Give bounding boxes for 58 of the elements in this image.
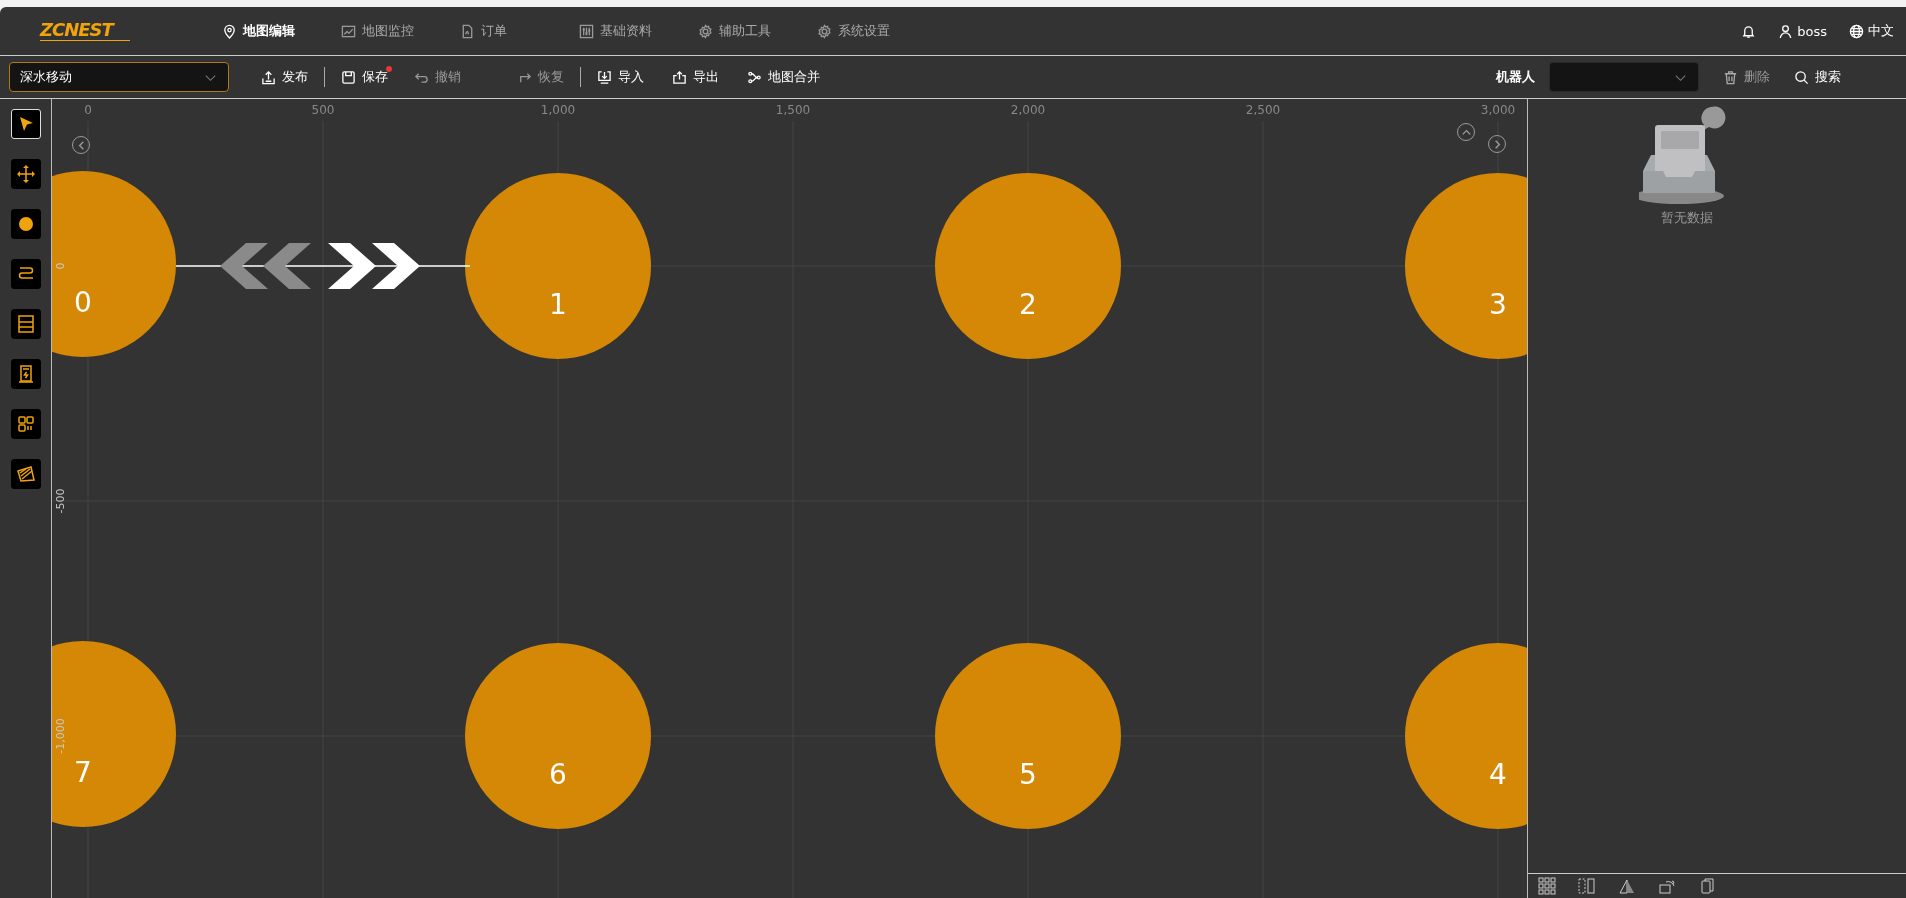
publish-button[interactable]: 发布 xyxy=(255,64,314,90)
settings-icon xyxy=(698,23,713,39)
ruler-label: 2,500 xyxy=(1245,103,1281,117)
save-button[interactable]: 保存 xyxy=(335,64,394,90)
nav-tab[interactable]: 地图监控 xyxy=(341,22,446,40)
settings-icon xyxy=(817,23,832,39)
logo: ZCNEST xyxy=(40,19,130,41)
merge-button[interactable]: 地图合并 xyxy=(741,64,826,90)
export-icon xyxy=(672,69,687,85)
document-icon xyxy=(460,23,475,39)
ruler-label: 0 xyxy=(54,262,67,270)
nav-tab[interactable]: 地图编辑 xyxy=(222,22,327,40)
bell-icon xyxy=(1741,23,1757,39)
import-button[interactable]: 导入 xyxy=(591,64,650,90)
save-icon xyxy=(341,69,356,85)
ruler-label: -500 xyxy=(54,488,67,514)
import-icon xyxy=(597,69,612,85)
user-icon xyxy=(1778,23,1794,39)
copy-icon[interactable] xyxy=(1698,877,1716,895)
globe-icon xyxy=(1849,23,1864,39)
merge-icon xyxy=(747,69,762,85)
path-edge-drawing[interactable] xyxy=(176,243,470,289)
tool-button[interactable] xyxy=(10,459,41,489)
move-icon xyxy=(15,164,36,184)
robot-label: 机器人 xyxy=(1496,68,1535,86)
empty-message: 暂无数据 xyxy=(1661,209,1713,227)
ruler-label: 3,000 xyxy=(1480,103,1516,117)
tool-button[interactable] xyxy=(10,159,41,189)
map-select[interactable]: 深水移动 xyxy=(9,62,229,92)
language-menu[interactable]: 中文 xyxy=(1849,22,1894,40)
sliders-icon xyxy=(579,23,594,39)
ruler-label: 0 xyxy=(84,103,92,117)
search-button[interactable]: 搜索 xyxy=(1788,64,1847,90)
trash-icon xyxy=(1723,69,1738,85)
nav-tab[interactable]: 基础资料 xyxy=(579,22,684,40)
search-icon xyxy=(1794,69,1809,85)
ruler-label: 1,500 xyxy=(775,103,811,117)
grid-icon xyxy=(15,414,36,434)
ruler-label: 1,000 xyxy=(540,103,576,117)
nav-tab[interactable]: 订单 xyxy=(460,22,565,40)
hatched-area-icon xyxy=(15,464,36,484)
user-menu[interactable]: boss xyxy=(1778,23,1827,39)
unsaved-dot xyxy=(386,66,392,72)
ruler-label: -1,000 xyxy=(54,718,67,754)
publish-icon xyxy=(261,69,276,85)
split-view-icon[interactable] xyxy=(1578,877,1596,895)
shelf-icon xyxy=(15,314,36,334)
tool-button[interactable] xyxy=(10,209,41,239)
ruler-label: 500 xyxy=(311,103,335,117)
map-pin-icon xyxy=(222,23,237,39)
nav-tab[interactable]: 系统设置 xyxy=(817,22,922,40)
ruler-label: 2,000 xyxy=(1010,103,1046,117)
grid-icon[interactable] xyxy=(1538,877,1556,895)
line-chart-icon xyxy=(341,23,356,39)
export-button[interactable]: 导出 xyxy=(666,64,725,90)
mirror-icon[interactable] xyxy=(1618,877,1636,895)
nav-tab[interactable]: 辅助工具 xyxy=(698,22,803,40)
tool-button[interactable] xyxy=(10,359,41,389)
